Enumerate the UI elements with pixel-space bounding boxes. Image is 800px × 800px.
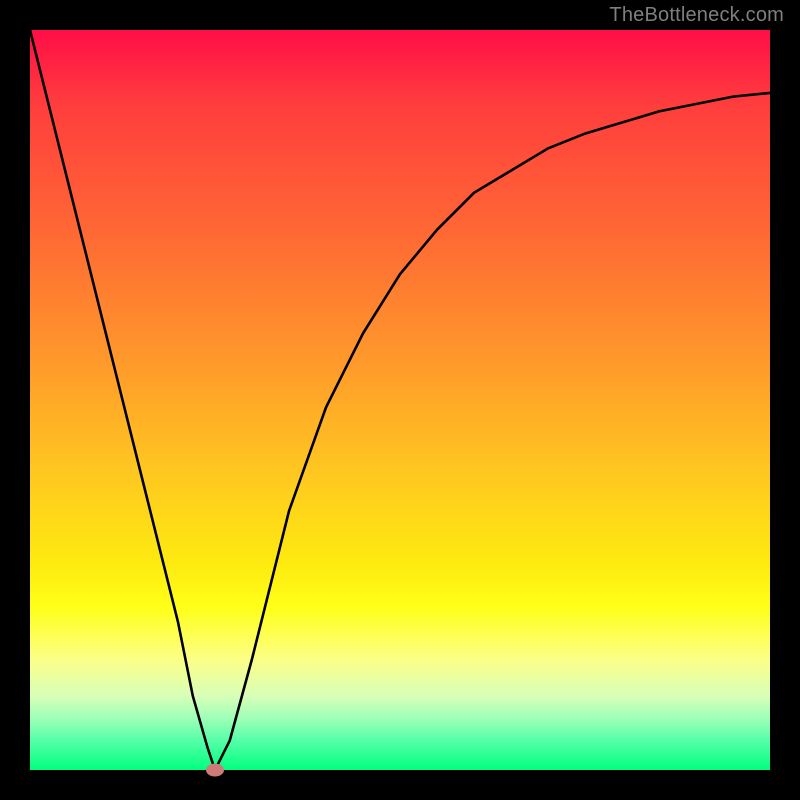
- watermark-label: TheBottleneck.com: [609, 4, 784, 27]
- bottleneck-curve-path: [30, 30, 770, 770]
- curve-svg: [30, 30, 770, 770]
- plot-area: [30, 30, 770, 770]
- chart-stage: TheBottleneck.com: [0, 0, 800, 800]
- minimum-marker: [206, 764, 224, 777]
